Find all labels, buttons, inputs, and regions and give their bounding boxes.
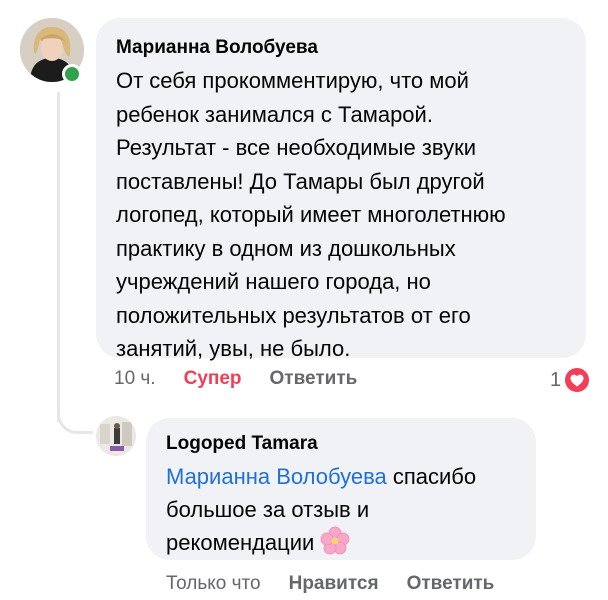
avatar[interactable] — [96, 416, 136, 456]
reply-actions: Только что Нравится Ответить — [166, 573, 522, 595]
thread-line — [57, 92, 60, 422]
comment-line: учреждений нашего города, но — [116, 269, 431, 294]
comment-line: ребенок занимался с Тамарой. — [116, 101, 433, 127]
reply-author[interactable]: Logoped Tamara — [166, 432, 516, 456]
reply-button[interactable]: Ответить — [270, 368, 358, 390]
reaction-count: 1 — [550, 368, 562, 391]
reply-button[interactable]: Ответить — [407, 573, 495, 595]
like-button[interactable]: Нравится — [289, 573, 379, 595]
comment-text: От себя прокомментирую, что мой ребенок … — [116, 64, 566, 366]
reply-line: большое за отзыв и — [166, 497, 370, 522]
reaction-summary[interactable]: 1 — [550, 366, 592, 394]
mention-link[interactable]: Марианна Волобуева — [166, 464, 387, 489]
online-status-indicator — [62, 64, 82, 84]
comment-line: Результат - все необходимые звуки — [116, 135, 477, 160]
comment-line: поставлены! До Тамары был другой — [116, 168, 485, 194]
comment-line: От себя прокомментирую, что мой — [116, 68, 469, 93]
heart-icon — [563, 366, 592, 394]
reply-timestamp[interactable]: Только что — [166, 573, 261, 595]
comment-actions: 10 ч. Супер Ответить — [114, 368, 385, 390]
comment-timestamp[interactable]: 10 ч. — [114, 368, 156, 390]
reaction-button[interactable]: Супер — [184, 368, 242, 390]
comment-line: логопед, который имеет многолетнюю — [116, 202, 506, 227]
comment-line: практику в одном из дошкольных — [116, 235, 456, 261]
comment-line: занятий, увы, не было. — [116, 336, 351, 361]
reply-bubble: Logoped Tamara Марианна Волобуева спасиб… — [146, 418, 536, 560]
comment-line: положительных результатов от его — [116, 302, 471, 328]
reply-line-text: спасибо — [386, 464, 477, 489]
comment-author[interactable]: Марианна Волобуева — [116, 36, 566, 60]
reply-text: Марианна Волобуева спасибо большое за от… — [166, 460, 516, 565]
comment-bubble: Марианна Волобуева От себя прокомментиру… — [96, 18, 586, 361]
reply-connector — [57, 396, 93, 434]
reply-line-text: рекомендации — [166, 530, 315, 555]
cherry-blossom-icon — [320, 526, 350, 565]
reply-line: рекомендации — [166, 526, 516, 565]
reply-line: Марианна Волобуева спасибо — [166, 460, 516, 493]
page-photo-icon — [96, 416, 136, 456]
